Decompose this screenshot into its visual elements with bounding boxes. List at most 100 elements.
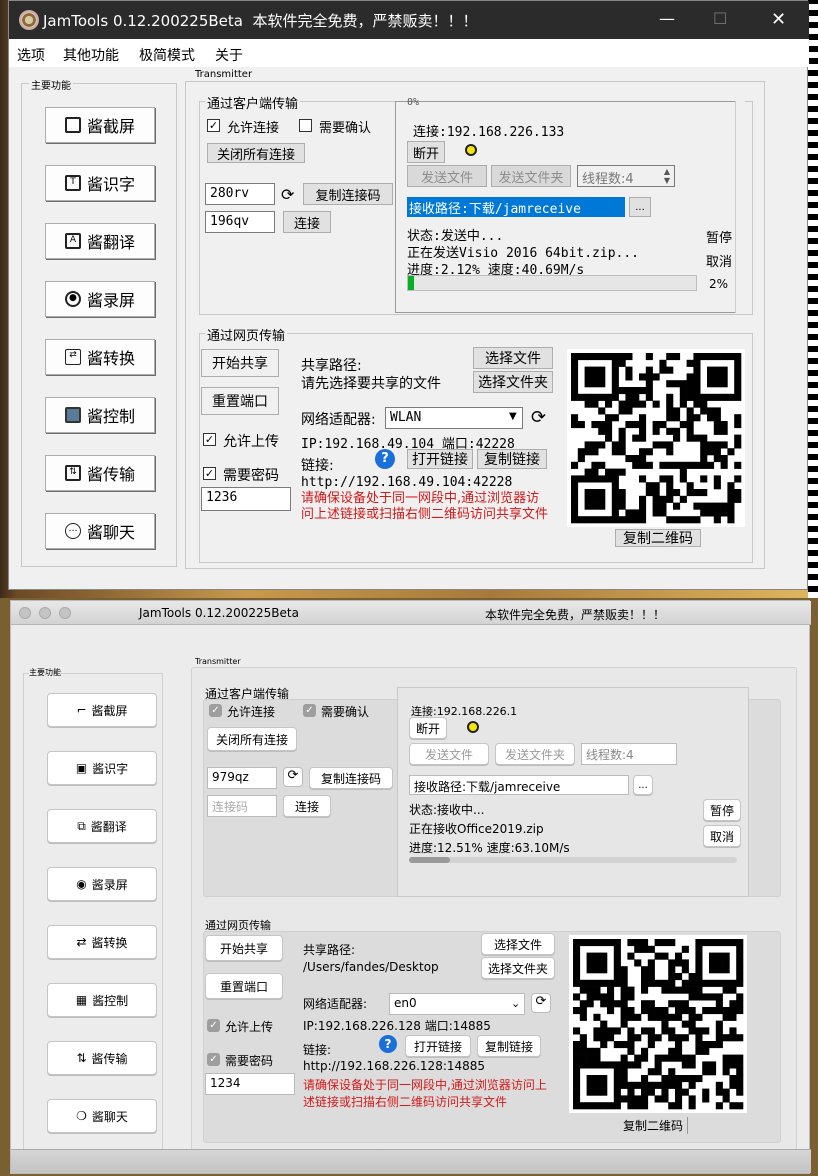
allow-upload-checkbox[interactable]: ✓: [203, 433, 216, 446]
mac-connection-code-field[interactable]: 979qz: [207, 767, 277, 789]
mac-cancel-button[interactable]: 取消: [703, 825, 741, 847]
connection-code-field[interactable]: 280rv: [205, 183, 275, 205]
menu-other-functions[interactable]: 其他功能: [63, 45, 119, 65]
convert-button[interactable]: ⇄ 酱转换: [45, 339, 155, 375]
mac-allow-upload-checkbox[interactable]: ✓: [207, 1019, 220, 1032]
receive-path-field[interactable]: 接收路径:下载/jamreceive: [407, 197, 625, 217]
disconnect-button[interactable]: 断开: [407, 141, 445, 163]
ocr-button[interactable]: T 酱识字: [45, 165, 155, 201]
mac-send-file-button[interactable]: 发送文件: [409, 743, 489, 765]
transfer-progress-bar: [407, 275, 697, 291]
chat-button[interactable]: … 酱聊天: [45, 513, 155, 549]
menu-about[interactable]: 关于: [215, 45, 243, 65]
share-path-value: 请先选择要共享的文件: [301, 376, 441, 392]
copy-qr-button[interactable]: 复制二维码: [615, 529, 701, 547]
copy-link-button[interactable]: 复制链接: [477, 449, 547, 469]
pause-button[interactable]: 暂停: [703, 225, 735, 247]
mac-help-icon[interactable]: ?: [379, 1035, 397, 1053]
mac-send-folder-button[interactable]: 发送文件夹: [495, 743, 575, 765]
mac-copy-code-button[interactable]: 复制连接码: [309, 767, 393, 789]
mac-adapter-select[interactable]: en0: [389, 993, 525, 1015]
mac-close-icon[interactable]: [19, 607, 31, 619]
mac-receive-path-field[interactable]: 接收路径:下载/jamreceive: [409, 775, 629, 795]
spinbox-arrows-icon[interactable]: ▲ ▼: [661, 167, 673, 185]
open-link-button[interactable]: 打开链接: [407, 449, 473, 469]
allow-connect-checkbox[interactable]: ✓: [207, 119, 220, 132]
mac-start-share-button[interactable]: 开始共享: [205, 935, 283, 961]
mac-share-url[interactable]: http://192.168.226.128:14885: [303, 1059, 485, 1073]
mac-pause-button[interactable]: 暂停: [703, 799, 741, 821]
mac-control-button[interactable]: ▦ 酱控制: [47, 983, 157, 1017]
adapter-select[interactable]: WLAN: [385, 407, 523, 429]
menu-options[interactable]: 选项: [17, 45, 45, 65]
mac-need-password-checkbox[interactable]: ✓: [207, 1053, 220, 1066]
mac-copy-qr-button[interactable]: 复制二维码: [623, 1117, 689, 1134]
mac-progress-bar: [409, 857, 737, 863]
mac-allow-connect-label: 允许连接: [227, 705, 276, 719]
help-icon[interactable]: ?: [375, 449, 395, 469]
mac-allow-connect-checkbox[interactable]: ✓: [209, 704, 222, 717]
screenshot-button[interactable]: 酱截屏: [45, 107, 155, 143]
mac-minimize-icon[interactable]: [39, 607, 51, 619]
mac-sidebar-group: [23, 673, 163, 1153]
mac-record-button[interactable]: ◉ 酱录屏: [47, 867, 157, 901]
mac-convert-button[interactable]: ⇄ 酱转换: [47, 925, 157, 959]
mac-transfer-button[interactable]: ⇅ 酱传输: [47, 1041, 157, 1075]
desktop-qr-fragment: [808, 0, 818, 598]
minimize-button[interactable]: —: [659, 9, 675, 28]
mac-choose-file-button[interactable]: 选择文件: [481, 933, 555, 955]
need-confirm-checkbox[interactable]: [299, 119, 312, 132]
mac-ocr-button[interactable]: ▣ 酱识字: [47, 751, 157, 785]
send-file-button[interactable]: 发送文件: [407, 165, 487, 187]
mac-refresh-adapter-icon[interactable]: ⟳: [531, 993, 551, 1013]
start-share-button[interactable]: 开始共享: [201, 349, 279, 377]
mac-copy-link-button[interactable]: 复制链接: [477, 1035, 541, 1057]
cancel-button[interactable]: 取消: [703, 249, 735, 271]
control-button[interactable]: 酱控制: [45, 397, 155, 433]
client-transfer-title: 通过客户端传输: [205, 93, 301, 112]
mac-disconnect-button[interactable]: 断开: [409, 717, 447, 739]
browse-button[interactable]: ...: [629, 197, 651, 217]
copy-code-button[interactable]: 复制连接码: [303, 183, 393, 205]
mac-need-confirm-checkbox[interactable]: ✓: [303, 704, 316, 717]
need-password-checkbox[interactable]: ✓: [203, 467, 216, 480]
chevron-down-icon[interactable]: ⌄: [511, 997, 520, 1010]
mac-zoom-icon[interactable]: [59, 607, 71, 619]
maximize-button[interactable]: ☐: [713, 9, 727, 28]
transfer-button[interactable]: ⇅ 酱传输: [45, 455, 155, 491]
mac-close-all-button[interactable]: 关闭所有连接: [207, 727, 297, 751]
refresh-icon[interactable]: ⟳: [281, 185, 294, 204]
mac-remote-code-field[interactable]: 连接码: [207, 795, 277, 817]
refresh-adapter-icon[interactable]: ⟳: [531, 407, 546, 428]
mac-reset-port-button[interactable]: 重置端口: [205, 973, 283, 999]
mac-chat-button[interactable]: ❍ 酱聊天: [47, 1099, 157, 1133]
mac-title-bar[interactable]: JamTools 0.12.200225Beta 本软件完全免费，严禁贩卖！！！: [11, 601, 811, 625]
connect-button[interactable]: 连接: [283, 211, 331, 233]
mac-browse-button[interactable]: ...: [633, 775, 653, 795]
mac-share-qr-code: [569, 935, 747, 1113]
record-button[interactable]: ● 酱录屏: [45, 281, 155, 317]
connection-list-scrollbar[interactable]: [735, 101, 745, 313]
mac-connect-button[interactable]: 连接: [283, 795, 331, 817]
send-folder-button[interactable]: 发送文件夹: [491, 165, 571, 187]
mac-refresh-icon[interactable]: ⟳: [283, 767, 303, 787]
mac-password-field[interactable]: 1234: [205, 1073, 295, 1095]
choose-file-button[interactable]: 选择文件: [473, 347, 553, 369]
chevron-down-icon[interactable]: ▼: [509, 411, 517, 422]
translate-button[interactable]: A 酱翻译: [45, 223, 155, 259]
mac-network-warning: 请确保设备处于同一网段中,通过浏览器访问上述链接或扫描右侧二维码访问共享文件: [303, 1078, 547, 1109]
close-all-connections-button[interactable]: 关闭所有连接: [207, 143, 305, 163]
mac-screenshot-button[interactable]: ⌐ 酱截屏: [47, 693, 157, 727]
remote-code-field[interactable]: 196qv: [205, 211, 275, 233]
choose-folder-button[interactable]: 选择文件夹: [473, 371, 553, 393]
close-button[interactable]: ✕: [771, 9, 786, 30]
mac-choose-folder-button[interactable]: 选择文件夹: [481, 957, 555, 979]
reset-port-button[interactable]: 重置端口: [201, 387, 279, 415]
mac-threads-spinbox[interactable]: 线程数:4: [581, 743, 677, 765]
share-url[interactable]: http://192.168.49.104:42228: [301, 475, 512, 490]
mac-translate-button[interactable]: ⧉ 酱翻译: [47, 809, 157, 843]
mac-open-link-button[interactable]: 打开链接: [405, 1035, 471, 1057]
menu-minimal-mode[interactable]: 极简模式: [139, 45, 195, 65]
title-bar[interactable]: JamTools 0.12.200225Beta 本软件完全免费，严禁贩卖！！！…: [9, 1, 809, 39]
password-field[interactable]: 1236: [201, 487, 291, 511]
